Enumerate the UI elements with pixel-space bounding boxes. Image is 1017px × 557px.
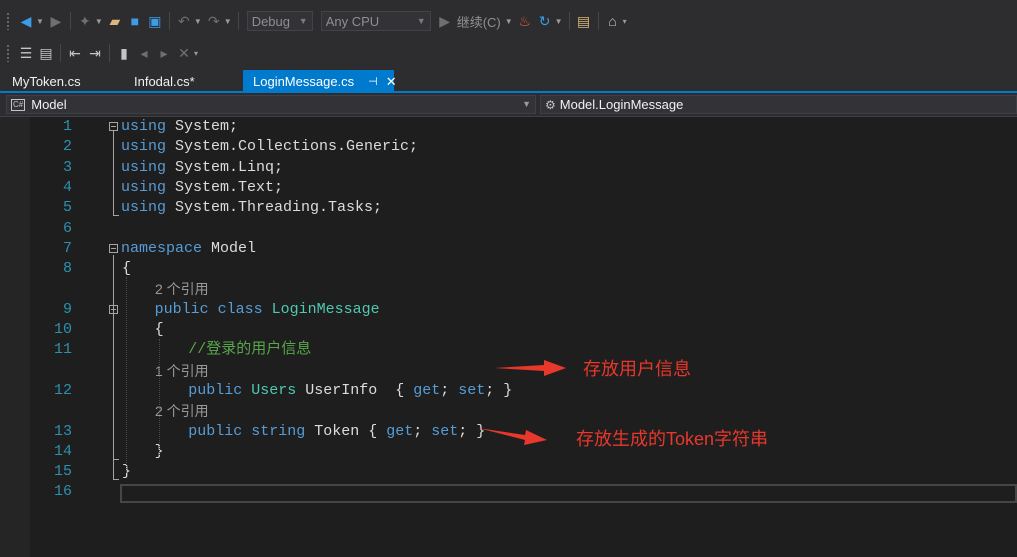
annotation-token: 存放生成的Token字符串 (576, 429, 769, 449)
redo-dropdown-icon[interactable]: ▼ (224, 17, 232, 26)
toolbar-separator (69, 12, 71, 30)
csharp-project-icon: C# (11, 98, 26, 111)
chevron-down-icon: ▼ (298, 16, 308, 26)
tab-label: LoginMessage.cs (253, 74, 355, 89)
bookmark-icon[interactable]: ▮ (115, 43, 133, 63)
toolbar-grip[interactable] (6, 44, 10, 62)
save-all-icon[interactable]: ▣ (146, 11, 164, 31)
close-icon[interactable]: ✕ (386, 74, 397, 90)
type-name: Model.LoginMessage (559, 97, 684, 112)
project-name: Model (31, 97, 67, 112)
restart-dropdown-icon[interactable]: ▼ (555, 17, 563, 26)
toolbar-separator (109, 44, 110, 62)
continue-button-label[interactable]: 继续(C) (457, 12, 501, 31)
annotation-user-info: 存放用户信息 (583, 359, 691, 379)
back-icon[interactable]: ◀ (17, 11, 35, 31)
save-icon[interactable]: ■ (126, 11, 144, 31)
solution-config-select[interactable]: Debug ▼ (246, 11, 313, 31)
undo-dropdown-icon[interactable]: ▼ (194, 17, 202, 26)
open-file-icon[interactable]: ▰ (106, 11, 124, 31)
hot-reload-icon[interactable]: ♨ (516, 11, 534, 31)
new-dropdown-icon[interactable]: ▼ (95, 17, 103, 26)
clear-bookmarks-icon[interactable]: ✕ (175, 43, 193, 63)
back-dropdown-icon[interactable]: ▼ (36, 17, 44, 26)
start-icon[interactable]: ▶ (436, 11, 454, 31)
pin-icon[interactable]: ⊣ (368, 75, 378, 88)
home-icon[interactable]: ⌂ (604, 11, 622, 31)
toolbar-separator (168, 12, 170, 30)
document-tab-strip: MyToken.cs Infodal.cs* LoginMessage.cs ⊣… (0, 68, 1017, 93)
toolbar-grip[interactable] (6, 12, 10, 30)
platform-value: Any CPU (325, 13, 380, 29)
type-dropdown[interactable]: ⚙ Model.LoginMessage (540, 95, 1017, 114)
undo-icon[interactable]: ↶ (175, 11, 193, 31)
standard-toolbar: ◀ ▼ ▶ ✦ ▼ ▰ ■ ▣ ↶ ▼ ↷ ▼ Debug ▼ Any CPU … (0, 0, 1017, 38)
restart-icon[interactable]: ↻ (536, 11, 554, 31)
toolbar-overflow-icon[interactable]: ▾ (623, 17, 627, 26)
solution-config-value: Debug (251, 13, 290, 29)
uncomment-icon[interactable]: ▤ (37, 43, 55, 63)
new-project-icon[interactable]: ✦ (76, 11, 94, 31)
forward-icon[interactable]: ▶ (47, 11, 65, 31)
next-bookmark-icon[interactable]: ▸ (155, 43, 173, 63)
toolbar-separator (237, 12, 239, 30)
chevron-down-icon: ▼ (416, 16, 426, 26)
tab-label: MyToken.cs (12, 74, 81, 89)
tab-label: Infodal.cs* (134, 74, 195, 89)
comment-icon[interactable]: ☰ (17, 43, 35, 63)
navigation-bar: C# Model ▼ ⚙ Model.LoginMessage (0, 93, 1017, 117)
toolbar-separator (60, 44, 61, 62)
code-editor[interactable]: 1 using System; 2 using System.Collections.… (0, 117, 1017, 557)
arrow-to-userinfo (494, 360, 566, 376)
run-dropdown-icon[interactable]: ▼ (505, 17, 513, 26)
annotation-arrows (478, 360, 566, 445)
chevron-down-icon: ▼ (522, 99, 531, 109)
text-editor-toolbar: ☰ ▤ ⇤ ⇥ ▮ ◂ ▸ ✕ ▾ (0, 38, 1017, 68)
project-dropdown[interactable]: C# Model ▼ (6, 95, 536, 114)
toolbar-overflow-icon[interactable]: ▾ (194, 49, 198, 58)
toolbar-separator (568, 12, 570, 30)
outdent-icon[interactable]: ⇤ (66, 43, 84, 63)
class-icon: ⚙ (545, 97, 556, 112)
prev-bookmark-icon[interactable]: ◂ (135, 43, 153, 63)
tab-mytoken[interactable]: MyToken.cs (2, 70, 120, 93)
tab-loginmessage[interactable]: LoginMessage.cs ⊣ ✕ (243, 70, 397, 93)
indent-icon[interactable]: ⇥ (86, 43, 104, 63)
toolbar-separator (597, 12, 599, 30)
arrow-to-token (478, 428, 547, 445)
tab-infodal[interactable]: Infodal.cs* (124, 70, 242, 93)
solution-explorer-icon[interactable]: ▤ (575, 11, 593, 31)
redo-icon[interactable]: ↷ (205, 11, 223, 31)
platform-select[interactable]: Any CPU ▼ (320, 11, 431, 31)
